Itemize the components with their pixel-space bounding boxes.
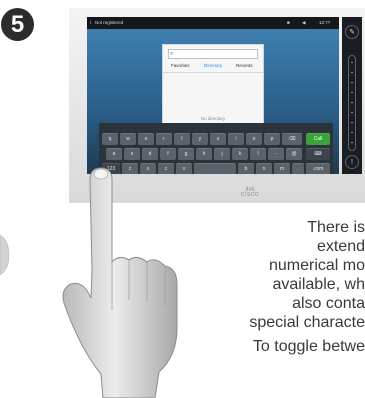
side-phone-fragment bbox=[0, 234, 10, 276]
key-hyphen[interactable]: - bbox=[268, 148, 284, 160]
slider-tick bbox=[351, 112, 353, 113]
key-j[interactable]: j bbox=[214, 148, 230, 160]
tab-directory[interactable]: Directory bbox=[204, 63, 222, 68]
status-indicator-icon: ⅰ bbox=[90, 20, 92, 25]
search-input[interactable] bbox=[176, 51, 256, 57]
side-controls: ✎ ! bbox=[342, 17, 362, 174]
step-number-badge: 5 bbox=[1, 8, 34, 41]
keyboard-hide-icon[interactable]: ⌨ bbox=[306, 148, 330, 160]
volume-slider[interactable] bbox=[348, 55, 356, 151]
instruction-line: There is bbox=[307, 219, 365, 236]
instruction-line: To toggle betwe bbox=[252, 338, 365, 355]
key-i[interactable]: i bbox=[228, 133, 244, 145]
instruction-line: also conta bbox=[292, 295, 365, 312]
instruction-line: numerical mo bbox=[268, 257, 365, 274]
directory-empty-message: No directory bbox=[200, 116, 226, 121]
key-o[interactable]: o bbox=[246, 133, 262, 145]
space-key[interactable] bbox=[194, 163, 236, 174]
slider-tick bbox=[351, 72, 353, 73]
instruction-line: special characte bbox=[249, 314, 365, 331]
directory-tabs: Favorites Directory Recents bbox=[163, 63, 263, 73]
key-y[interactable]: y bbox=[192, 133, 208, 145]
key-h[interactable]: h bbox=[196, 148, 212, 160]
tab-favorites[interactable]: Favorites bbox=[171, 63, 190, 68]
key-l[interactable]: l bbox=[250, 148, 266, 160]
slider-tick bbox=[351, 122, 353, 123]
speaker-icon[interactable]: ◀ bbox=[302, 20, 305, 26]
key-k[interactable]: k bbox=[232, 148, 248, 160]
tab-recents[interactable]: Recents bbox=[236, 63, 253, 68]
backspace-key[interactable]: ⌫ bbox=[282, 133, 302, 145]
call-key[interactable]: Call bbox=[306, 133, 330, 145]
instruction-line: available, wh bbox=[272, 276, 365, 293]
key-period[interactable]: . bbox=[292, 163, 304, 174]
camera-icon[interactable]: ■ bbox=[287, 20, 290, 25]
status-text: Not registered bbox=[95, 20, 124, 25]
instruction-line: extend bbox=[316, 238, 365, 255]
slider-tick bbox=[351, 92, 353, 93]
alert-icon[interactable]: ! bbox=[345, 155, 359, 169]
slider-tick bbox=[351, 142, 353, 143]
cisco-logo-text: CISCO bbox=[240, 192, 260, 198]
cisco-logo: ılıılı CISCO bbox=[232, 187, 268, 198]
microphone-mute-icon[interactable]: ✎ bbox=[345, 25, 359, 39]
key-p[interactable]: p bbox=[264, 133, 280, 145]
search-field[interactable]: ⌕ bbox=[168, 49, 258, 59]
key-t[interactable]: t bbox=[174, 133, 190, 145]
instruction-text: There is extend numerical mo available, … bbox=[160, 218, 365, 356]
key-e[interactable]: e bbox=[138, 133, 154, 145]
key-n[interactable]: n bbox=[256, 163, 272, 174]
key-u[interactable]: u bbox=[210, 133, 226, 145]
dotcom-key[interactable]: .com bbox=[306, 163, 330, 174]
slider-tick bbox=[351, 62, 353, 63]
key-m[interactable]: m bbox=[274, 163, 290, 174]
search-icon: ⌕ bbox=[170, 51, 174, 57]
slider-tick bbox=[351, 82, 353, 83]
key-w[interactable]: w bbox=[120, 133, 136, 145]
slider-tick bbox=[351, 102, 353, 103]
clock-time: 12:?? bbox=[319, 20, 331, 25]
key-r[interactable]: r bbox=[156, 133, 172, 145]
key-at[interactable]: @ bbox=[286, 148, 302, 160]
status-bar: ⅰ Not registered ■ ◀ 12:?? bbox=[87, 17, 339, 29]
key-q[interactable]: q bbox=[102, 133, 118, 145]
slider-tick bbox=[351, 132, 353, 133]
key-b[interactable]: b bbox=[238, 163, 254, 174]
